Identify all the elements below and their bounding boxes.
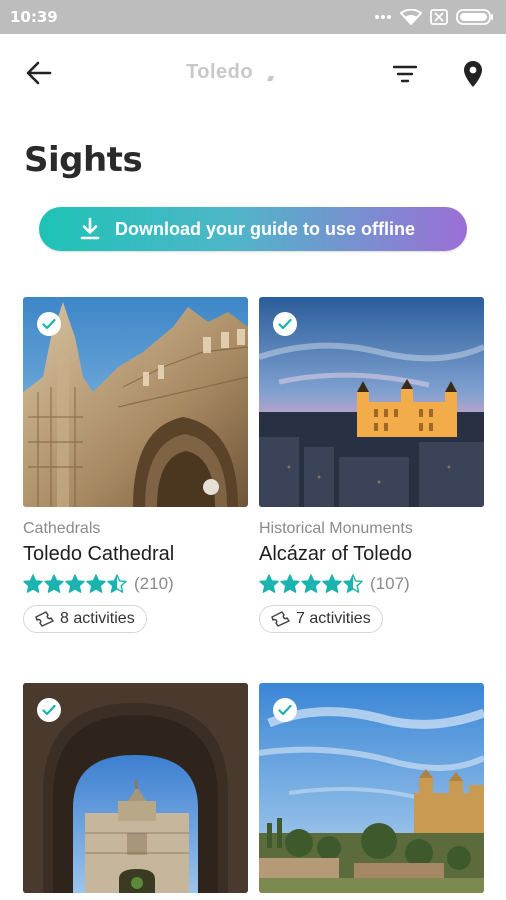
activities-chip[interactable]: 8 activities bbox=[23, 605, 147, 633]
status-time: 10:39 bbox=[10, 8, 58, 26]
sight-title: Alcázar of Toledo bbox=[259, 543, 413, 565]
sight-category: Historical Monuments bbox=[259, 520, 413, 537]
download-icon bbox=[79, 217, 101, 241]
ticket-icon bbox=[34, 611, 54, 627]
header-title: Toledo bbox=[186, 61, 254, 83]
star-full-icon bbox=[322, 574, 342, 593]
sight-card-alcazar-of-toledo[interactable]: Historical Monuments Alcázar of Toledo (… bbox=[259, 297, 484, 633]
status-bar: 10:39 bbox=[0, 0, 506, 34]
star-full-icon bbox=[44, 574, 64, 593]
wifi-icon bbox=[400, 9, 422, 25]
filter-button[interactable] bbox=[389, 60, 421, 88]
sight-image[interactable] bbox=[259, 297, 484, 507]
saved-check-icon[interactable] bbox=[37, 698, 61, 722]
star-full-icon bbox=[86, 574, 106, 593]
title-accent-mark bbox=[267, 76, 274, 81]
app-header: Toledo bbox=[0, 34, 506, 112]
sight-card-city-view[interactable] bbox=[259, 683, 484, 893]
star-rating bbox=[259, 574, 363, 594]
star-full-icon bbox=[301, 574, 321, 593]
review-count: (107) bbox=[370, 574, 410, 593]
review-count: (210) bbox=[134, 574, 174, 593]
sight-image[interactable] bbox=[23, 683, 248, 893]
star-rating bbox=[23, 574, 127, 594]
sight-image[interactable] bbox=[23, 297, 248, 507]
rating-row: (210) bbox=[23, 572, 248, 596]
arrow-left-icon bbox=[26, 61, 52, 85]
star-half-icon bbox=[343, 574, 363, 593]
download-guide-button[interactable]: Download your guide to use offline bbox=[39, 207, 467, 251]
star-full-icon bbox=[280, 574, 300, 593]
activities-chip[interactable]: 7 activities bbox=[259, 605, 383, 633]
dots-icon bbox=[375, 15, 391, 19]
sight-title: Toledo Cathedral bbox=[23, 543, 175, 565]
map-button[interactable] bbox=[458, 58, 488, 90]
map-pin-icon bbox=[464, 61, 482, 87]
back-button[interactable] bbox=[22, 58, 56, 88]
status-icons bbox=[374, 9, 494, 25]
download-guide-label: Download your guide to use offline bbox=[115, 218, 415, 239]
rating-row: (107) bbox=[259, 572, 484, 596]
star-full-icon bbox=[23, 574, 43, 593]
sight-image[interactable] bbox=[259, 683, 484, 893]
saved-check-icon[interactable] bbox=[273, 312, 297, 336]
activities-label: 8 activities bbox=[60, 610, 135, 627]
ticket-icon bbox=[270, 611, 290, 627]
sim-icon bbox=[430, 9, 448, 25]
filter-icon bbox=[393, 65, 417, 83]
sight-card-toledo-cathedral[interactable]: Cathedrals Toledo Cathedral (210) 8 acti… bbox=[23, 297, 248, 633]
saved-check-icon[interactable] bbox=[273, 698, 297, 722]
star-full-icon bbox=[65, 574, 85, 593]
star-half-icon bbox=[107, 574, 127, 593]
page-title: Sights bbox=[24, 140, 143, 180]
sight-category: Cathedrals bbox=[23, 520, 101, 537]
battery-icon bbox=[456, 9, 493, 25]
activities-label: 7 activities bbox=[296, 610, 371, 627]
star-full-icon bbox=[259, 574, 279, 593]
saved-check-icon[interactable] bbox=[37, 312, 61, 336]
sight-card-gate[interactable] bbox=[23, 683, 248, 893]
